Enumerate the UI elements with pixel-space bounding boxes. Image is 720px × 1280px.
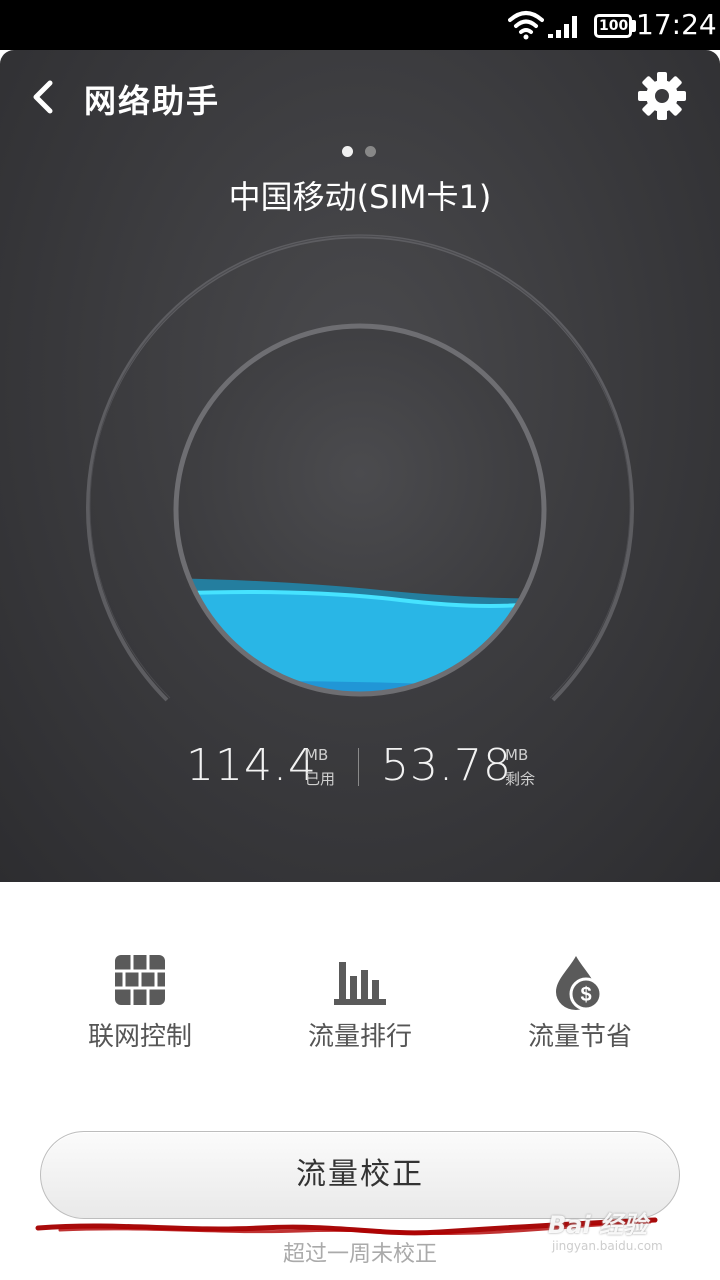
- chevron-left-icon[interactable]: [22, 75, 66, 119]
- bar-chart-icon: [334, 962, 386, 1005]
- network-control-label: 联网控制: [87, 1022, 192, 1052]
- page-dot: [365, 146, 376, 157]
- battery-icon: 100: [594, 14, 632, 38]
- wifi-icon: [508, 11, 544, 40]
- firewall-icon: [115, 955, 165, 1005]
- watermark-logo: Bai 经验: [548, 1211, 648, 1239]
- gauge-water: [178, 592, 542, 692]
- signal-icon: [548, 16, 577, 38]
- battery-level: 100: [599, 18, 629, 34]
- money-drop-icon: $: [556, 956, 603, 1010]
- baidu-watermark: Bai 经验 jingyan.baidu.com: [548, 1205, 718, 1265]
- remaining-value: 53.78: [381, 740, 512, 791]
- traffic-panel: 网络助手 中国移动(SIM卡1) 114.4 MB 已用 53.78 MB 剩余: [0, 50, 720, 882]
- used-value: 114.4: [186, 740, 317, 791]
- usage-divider: [358, 748, 359, 786]
- used-label: 已用: [305, 770, 336, 788]
- clock: 17:24: [636, 8, 717, 41]
- page-indicator: [340, 146, 380, 158]
- page-dot-active: [342, 146, 353, 157]
- page-title: 网络助手: [84, 82, 221, 120]
- sim-card-name[interactable]: 中国移动(SIM卡1): [0, 172, 720, 218]
- used-unit: MB: [305, 746, 329, 764]
- remaining-label: 剩余: [505, 770, 536, 788]
- usage-summary: 114.4 MB 已用 53.78 MB 剩余: [0, 740, 720, 800]
- watermark-url: jingyan.baidu.com: [552, 1239, 663, 1253]
- usage-gauge: [86, 234, 634, 702]
- traffic-saving-label: 流量节省: [527, 1022, 632, 1052]
- status-bar: 100 17:24: [0, 0, 720, 50]
- traffic-ranking-label: 流量排行: [307, 1022, 412, 1052]
- network-control-button[interactable]: 联网控制: [40, 950, 240, 1060]
- remaining-unit: MB: [505, 746, 529, 764]
- svg-text:$: $: [580, 984, 591, 1006]
- traffic-ranking-button[interactable]: 流量排行: [260, 950, 460, 1060]
- gear-icon[interactable]: [636, 70, 688, 122]
- traffic-saving-button[interactable]: $ 流量节省: [480, 950, 680, 1060]
